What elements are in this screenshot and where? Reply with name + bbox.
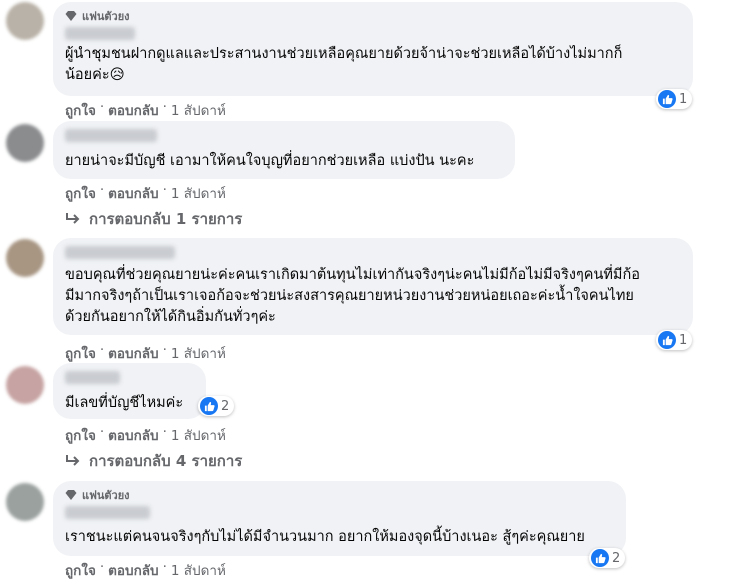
fan-badge-label: แฟนตัวยง: [82, 10, 130, 23]
commenter-name[interactable]: [65, 246, 175, 259]
comment-text: เราชนะแต่คนจนจริงๆกับไม่ได้มีจำนวนมาก อย…: [65, 529, 585, 545]
reaction-count[interactable]: 1: [656, 89, 693, 109]
reply-link[interactable]: ตอบกลับ: [108, 99, 158, 121]
reaction-count[interactable]: 2: [589, 548, 626, 568]
comment-text: ยายน่าจะมีบัญชี เอามาให้คนใจบุญที่อยากช่…: [65, 153, 475, 169]
comment-bubble: แฟนตัวยง เราชนะแต่คนจนจริงๆกับไม่ได้มีจำ…: [53, 481, 626, 556]
comment-actions: ถูกใจ · ตอบกลับ · 1 สัปดาห์: [65, 424, 226, 446]
view-replies-link[interactable]: การตอบกลับ 1 รายการ: [65, 207, 242, 231]
timestamp[interactable]: 1 สัปดาห์: [171, 424, 226, 446]
like-reaction-icon: [658, 331, 676, 349]
reply-link[interactable]: ตอบกลับ: [108, 424, 158, 446]
comment-bubble: ยายน่าจะมีบัญชี เอามาให้คนใจบุญที่อยากช่…: [53, 121, 515, 179]
comment-bubble: มีเลขที่บัญชีไหมค่ะ: [53, 363, 206, 419]
like-reaction-icon: [658, 90, 676, 108]
timestamp[interactable]: 1 สัปดาห์: [171, 342, 226, 364]
reply-arrow-icon: [66, 213, 80, 224]
commenter-name[interactable]: [65, 371, 120, 384]
like-link[interactable]: ถูกใจ: [65, 424, 96, 446]
commenter-name[interactable]: [65, 27, 135, 40]
fan-badge: แฟนตัวยง: [65, 9, 681, 23]
fan-badge-label: แฟนตัวยง: [82, 489, 130, 502]
comment-bubble: ขอบคุณที่ช่วยคุณยายน่ะค่ะคนเราเกิดมาต้นท…: [53, 238, 693, 335]
fan-badge: แฟนตัวยง: [65, 488, 614, 502]
commenter-name[interactable]: [65, 129, 157, 142]
comment-actions: ถูกใจ · ตอบกลับ · 1 สัปดาห์: [65, 99, 226, 121]
avatar[interactable]: [6, 2, 44, 40]
diamond-icon: [65, 11, 77, 21]
like-link[interactable]: ถูกใจ: [65, 342, 96, 364]
comment-actions: ถูกใจ · ตอบกลับ · 1 สัปดาห์: [65, 342, 226, 364]
reply-link[interactable]: ตอบกลับ: [108, 342, 158, 364]
like-link[interactable]: ถูกใจ: [65, 182, 96, 204]
timestamp[interactable]: 1 สัปดาห์: [171, 182, 226, 204]
like-link[interactable]: ถูกใจ: [65, 99, 96, 121]
reply-arrow-icon: [66, 455, 80, 466]
reply-link[interactable]: ตอบกลับ: [108, 182, 158, 204]
comment-text: ผู้นำชุมชนฝากดูแลและประสานงานช่วยเหลือคุ…: [65, 46, 623, 83]
comment-bubble: แฟนตัวยง ผู้นำชุมชนฝากดูแลและประสานงานช่…: [53, 2, 693, 96]
reaction-count[interactable]: 2: [198, 396, 235, 416]
view-replies-link[interactable]: การตอบกลับ 4 รายการ: [65, 449, 242, 473]
like-reaction-icon: [591, 549, 609, 567]
avatar[interactable]: [6, 483, 44, 521]
like-reaction-icon: [200, 397, 218, 415]
commenter-name[interactable]: [65, 506, 150, 519]
diamond-icon: [65, 490, 77, 500]
avatar[interactable]: [6, 239, 44, 277]
reaction-count[interactable]: 1: [656, 330, 693, 350]
avatar[interactable]: [6, 124, 44, 162]
comment-actions: ถูกใจ · ตอบกลับ · 1 สัปดาห์: [65, 182, 226, 204]
comment-text: มีเลขที่บัญชีไหมค่ะ: [65, 395, 184, 411]
comment-text: ขอบคุณที่ช่วยคุณยายน่ะค่ะคนเราเกิดมาต้นท…: [65, 267, 640, 325]
timestamp[interactable]: 1 สัปดาห์: [171, 99, 226, 121]
avatar[interactable]: [6, 366, 44, 404]
